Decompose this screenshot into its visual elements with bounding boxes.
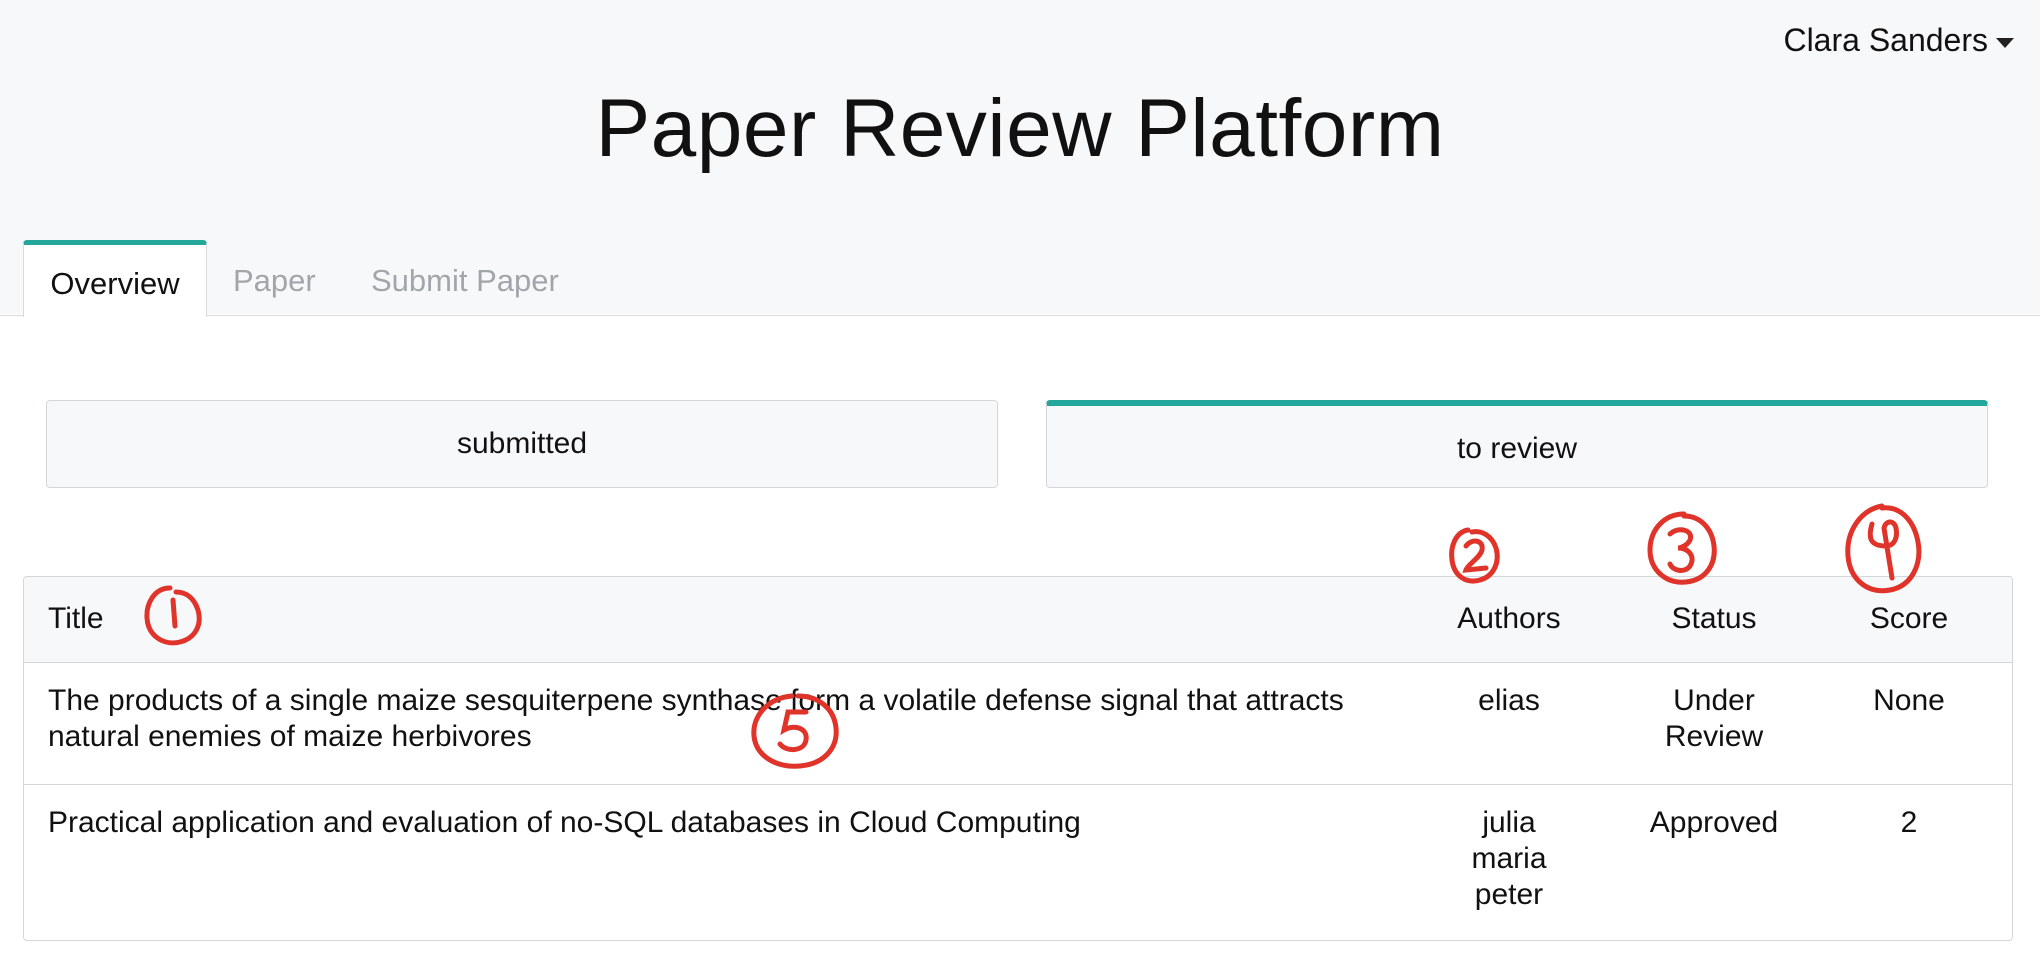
user-name: Clara Sanders xyxy=(1783,22,1988,58)
subtab-to-review[interactable]: to review xyxy=(1046,400,1988,488)
column-header-title: Title xyxy=(48,602,104,635)
column-header-status: Status xyxy=(1671,602,1757,635)
tab-paper[interactable]: Paper xyxy=(233,240,316,315)
tab-submit-paper[interactable]: Submit Paper xyxy=(371,240,559,315)
paper-status: Approved xyxy=(1649,806,1779,839)
main-tabs: Overview Paper Submit Paper xyxy=(0,240,2040,317)
caret-down-icon xyxy=(1996,37,2014,48)
paper-status: Under Review xyxy=(1664,684,1764,753)
table-row[interactable]: The products of a single maize sesquiter… xyxy=(24,663,2012,785)
tab-overview[interactable]: Overview xyxy=(23,240,207,317)
paper-title[interactable]: Practical application and evaluation of … xyxy=(48,805,1378,841)
table-row[interactable]: Practical application and evaluation of … xyxy=(24,785,2012,940)
column-header-authors: Authors xyxy=(1457,602,1561,635)
column-header-score: Score xyxy=(1869,602,1949,635)
paper-score: 2 xyxy=(1900,806,1918,839)
page-title: Paper Review Platform xyxy=(595,83,1445,174)
paper-title[interactable]: The products of a single maize sesquiter… xyxy=(48,683,1378,755)
table-header: Title Authors Status Score xyxy=(24,577,2012,663)
paper-authors: elias xyxy=(1478,684,1540,717)
user-menu[interactable]: Clara Sanders xyxy=(1783,22,2014,59)
subtab-submitted[interactable]: submitted xyxy=(46,400,998,488)
paper-score: None xyxy=(1873,684,1945,717)
paper-authors: julia maria peter xyxy=(1471,806,1547,911)
papers-table: Title Authors Status Score The products … xyxy=(23,576,2013,941)
